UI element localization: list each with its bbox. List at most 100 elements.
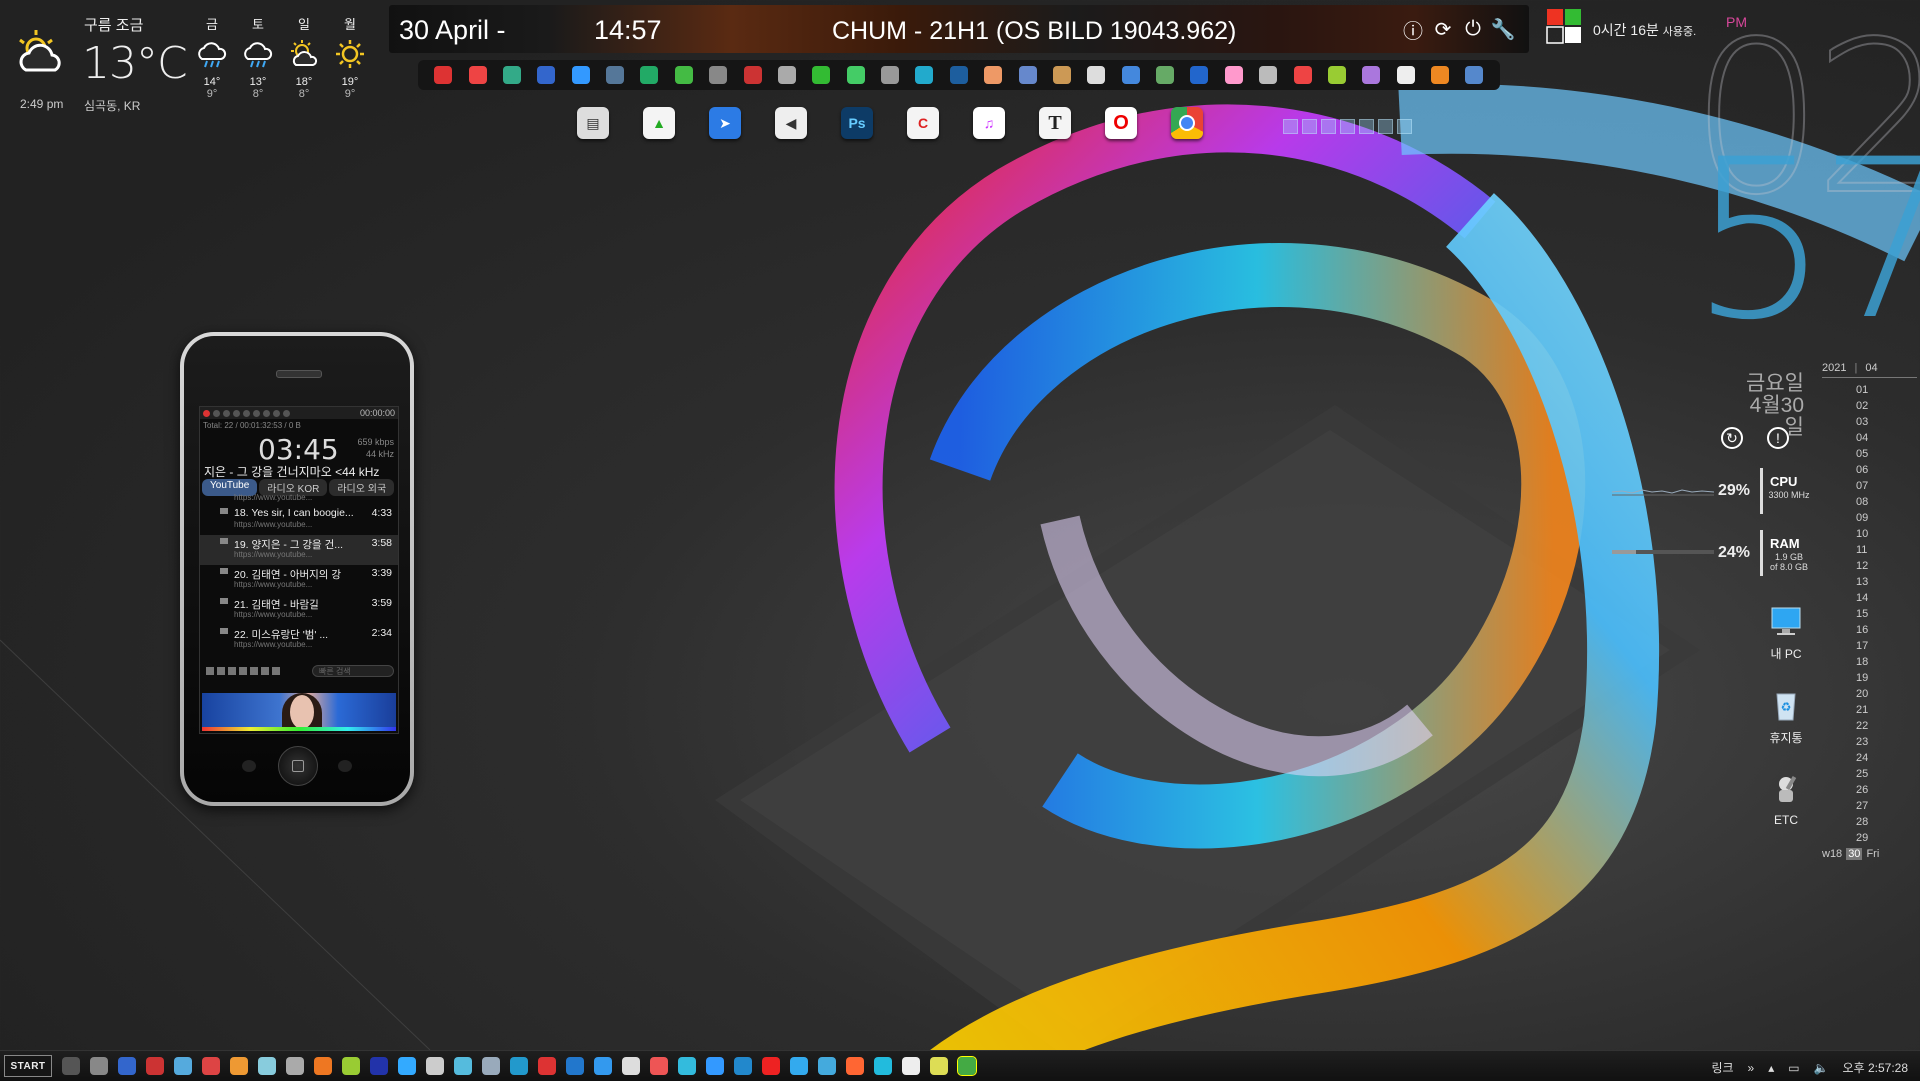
next-button[interactable]	[338, 760, 352, 772]
app-icon[interactable]	[743, 66, 762, 84]
firefox-icon[interactable]	[846, 1057, 864, 1075]
playlist-item[interactable]: 21. 김태연 - 바람길 3:59 https://www.youtube...	[200, 595, 398, 625]
app-icon[interactable]	[1362, 66, 1381, 84]
app-icon[interactable]	[984, 66, 1003, 84]
chevron-icon[interactable]: »	[1748, 1061, 1755, 1075]
control-button[interactable]	[250, 667, 258, 675]
tray-expand-icon[interactable]: ▴	[1768, 1061, 1774, 1075]
tab-radio-foreign[interactable]: 라디오 외국	[329, 479, 395, 496]
control-button[interactable]	[261, 667, 269, 675]
app-icon[interactable]	[1121, 66, 1140, 84]
previous-button[interactable]	[242, 760, 256, 772]
start-button[interactable]: START	[4, 1055, 52, 1077]
app-icon[interactable]	[650, 1057, 668, 1075]
app-icon[interactable]	[1327, 66, 1346, 84]
app-icon[interactable]	[790, 1057, 808, 1075]
app-icon[interactable]	[230, 1057, 248, 1075]
home-button[interactable]	[278, 746, 318, 786]
close-dot-icon[interactable]	[203, 409, 210, 417]
ccleaner-icon[interactable]: C	[907, 107, 939, 139]
control-button[interactable]	[217, 667, 225, 675]
desktop-icon-recycle-bin[interactable]: ♻ 휴지통	[1756, 688, 1816, 746]
app-icon[interactable]	[258, 1057, 276, 1075]
app-icon[interactable]	[146, 1057, 164, 1075]
app-icon[interactable]	[949, 66, 968, 84]
app-icon[interactable]	[286, 1057, 304, 1075]
toolbar-dot-icon[interactable]	[283, 409, 290, 417]
app-icon[interactable]	[468, 66, 487, 84]
app-icon[interactable]	[1224, 66, 1243, 84]
itunes-icon[interactable]: ♫	[973, 107, 1005, 139]
app-icon[interactable]	[1190, 66, 1209, 84]
app-icon[interactable]	[818, 1057, 836, 1075]
app-icon[interactable]	[1087, 66, 1106, 84]
desktop-icon-etc[interactable]: ETC	[1756, 772, 1816, 827]
windows-icon[interactable]	[398, 1057, 416, 1075]
playlist-item[interactable]: 20. 김태연 - 아버지의 강 3:39 https://www.youtube.…	[200, 565, 398, 595]
opera-icon[interactable]: O	[1105, 107, 1137, 139]
opera-icon[interactable]	[762, 1057, 780, 1075]
app-icon[interactable]	[674, 66, 693, 84]
app-icon[interactable]	[594, 1057, 612, 1075]
links-toolbar[interactable]: 링크	[1711, 1059, 1733, 1076]
control-button[interactable]	[228, 667, 236, 675]
playlist-item[interactable]: 19. 양지은 - 그 강을 건... 3:58 https://www.youtu…	[200, 535, 398, 565]
app-icon[interactable]	[482, 1057, 500, 1075]
app-icon[interactable]	[622, 1057, 640, 1075]
desktop-icon-my-pc[interactable]: 내 PC	[1756, 604, 1816, 662]
app-icon[interactable]	[812, 66, 831, 84]
app-icon[interactable]	[874, 1057, 892, 1075]
app-icon[interactable]	[1431, 66, 1450, 84]
control-button[interactable]	[272, 667, 280, 675]
restart-icon[interactable]: ⟳	[1431, 17, 1455, 41]
toolbar-dot-icon[interactable]	[233, 409, 240, 417]
app-icon[interactable]	[426, 1057, 444, 1075]
app-icon[interactable]	[342, 1057, 360, 1075]
app-icon[interactable]	[1396, 66, 1415, 84]
app-icon[interactable]	[502, 66, 521, 84]
settings-icon[interactable]	[90, 1057, 108, 1075]
app-icon[interactable]	[915, 66, 934, 84]
video-thumbnail[interactable]	[202, 693, 396, 731]
playlist-item[interactable]: 22. 미스유랑단 '범' ... 2:34 https://www.youtube…	[200, 625, 398, 655]
navigator-icon[interactable]: ➤	[709, 107, 741, 139]
app-icon[interactable]	[1018, 66, 1037, 84]
paper-plane-icon[interactable]: ◀	[775, 107, 807, 139]
app-icon[interactable]	[881, 66, 900, 84]
power-icon[interactable]: ⏻	[1461, 17, 1485, 41]
quick-search-input[interactable]: 빠른 검색	[312, 665, 394, 677]
weather-widget[interactable]: 구름 조금 13°C 2:49 pm 심곡동, KR 금 14° 9° 토 13…	[12, 12, 382, 113]
active-app-icon[interactable]	[957, 1056, 977, 1076]
phone-media-player[interactable]: 00:00:00 Total: 22 / 00:01:32:53 / 0 B 0…	[180, 332, 414, 806]
typora-icon[interactable]: T	[1039, 107, 1071, 139]
toolbar-dot-icon[interactable]	[213, 409, 220, 417]
network-icon[interactable]: ▭	[1788, 1061, 1799, 1075]
app-icon[interactable]	[1156, 66, 1175, 84]
app-icon[interactable]	[1259, 66, 1278, 84]
disk-icon[interactable]: ▤	[577, 107, 609, 139]
app-icon[interactable]	[902, 1057, 920, 1075]
dock-page-indicator[interactable]	[1283, 119, 1412, 134]
app-icon[interactable]	[370, 1057, 388, 1075]
app-icon[interactable]	[537, 66, 556, 84]
app-icon[interactable]	[566, 1057, 584, 1075]
chrome-icon[interactable]	[1171, 107, 1203, 139]
toolbar-dot-icon[interactable]	[223, 409, 230, 417]
photoshop-icon[interactable]: Ps	[841, 107, 873, 139]
app-icon[interactable]	[678, 1057, 696, 1075]
app-icon[interactable]	[606, 66, 625, 84]
app-icon[interactable]	[314, 1057, 332, 1075]
app-icon[interactable]	[202, 1057, 220, 1075]
app-icon[interactable]	[538, 1057, 556, 1075]
info-icon[interactable]: ⓘ	[1401, 17, 1425, 43]
toolbar-dot-icon[interactable]	[263, 409, 270, 417]
toolbar-dot-icon[interactable]	[243, 409, 250, 417]
cube-app-icon[interactable]: ▲	[643, 107, 675, 139]
control-button[interactable]	[239, 667, 247, 675]
toolbar-dot-icon[interactable]	[253, 409, 260, 417]
app-icon[interactable]	[1465, 66, 1484, 84]
toolbar-dot-icon[interactable]	[273, 409, 280, 417]
app-icon[interactable]	[571, 66, 590, 84]
app-icon[interactable]	[118, 1057, 136, 1075]
app-icon[interactable]	[434, 66, 453, 84]
